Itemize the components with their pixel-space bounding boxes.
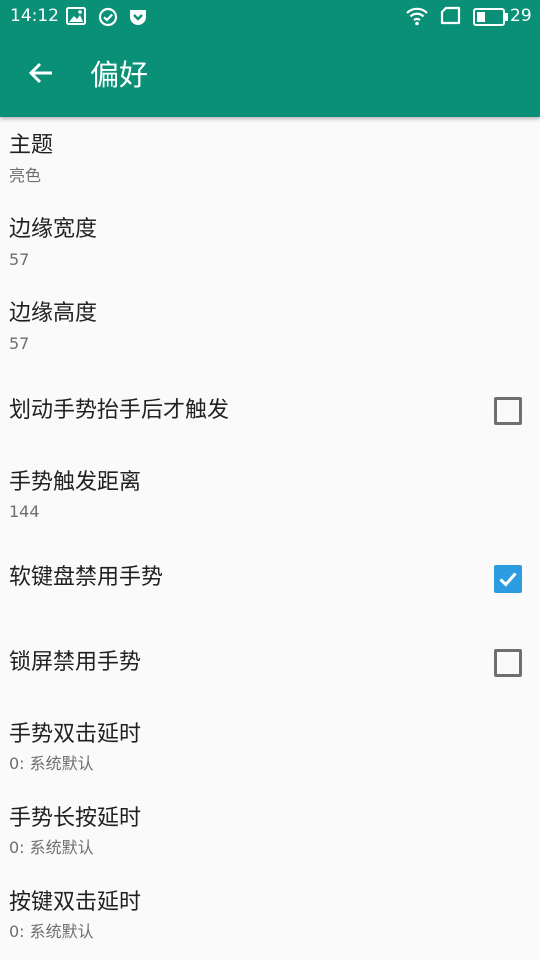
check-circle-icon [98, 7, 118, 31]
pref-summary: 0: 系统默认 [9, 922, 94, 941]
pref-trigger-distance[interactable]: 手势触发距离 144 [0, 453, 540, 541]
battery-level: 29 [510, 6, 532, 26]
pref-summary: 0: 系统默认 [9, 754, 94, 773]
pref-title: 软键盘禁用手势 [9, 565, 164, 590]
pref-double-tap-delay[interactable]: 手势双击延时 0: 系统默认 [0, 709, 540, 793]
preferences-list: 主题 亮色 边缘宽度 57 边缘高度 57 划动手势抬手后才触发 手势触发距离 … [0, 117, 540, 960]
check-icon [499, 572, 517, 587]
checkbox-unchecked[interactable] [494, 649, 522, 677]
pref-edge-width[interactable]: 边缘宽度 57 [0, 201, 540, 285]
battery-icon [473, 8, 509, 30]
sim-icon [440, 6, 462, 30]
back-button[interactable] [18, 53, 64, 97]
image-icon [66, 7, 86, 29]
status-bar: 14:12 29 [0, 0, 540, 33]
pref-key-double-tap-delay[interactable]: 按键双击延时 0: 系统默认 [0, 877, 540, 960]
pocket-icon [128, 7, 148, 31]
pref-title: 划动手势抬手后才触发 [9, 398, 230, 423]
app-bar: 偏好 [0, 33, 540, 117]
pref-title: 手势触发距离 [9, 470, 142, 495]
pref-summary: 0: 系统默认 [9, 838, 94, 857]
checkbox-checked[interactable] [494, 565, 522, 593]
pref-title: 边缘宽度 [9, 217, 98, 242]
checkbox-unchecked[interactable] [494, 397, 522, 425]
pref-summary: 144 [9, 502, 40, 521]
pref-edge-height[interactable]: 边缘高度 57 [0, 285, 540, 369]
pref-long-press-delay[interactable]: 手势长按延时 0: 系统默认 [0, 793, 540, 877]
pref-title: 手势双击延时 [9, 722, 142, 747]
pref-summary: 57 [9, 250, 30, 269]
page-title: 偏好 [90, 58, 149, 92]
pref-title: 锁屏禁用手势 [9, 650, 142, 675]
pref-title: 边缘高度 [9, 301, 98, 326]
pref-title: 主题 [9, 133, 54, 158]
pref-trigger-on-release[interactable]: 划动手势抬手后才触发 [0, 369, 540, 453]
status-time: 14:12 [10, 6, 59, 26]
pref-title: 手势长按延时 [9, 806, 142, 831]
arrow-left-icon [27, 59, 55, 91]
pref-title: 按键双击延时 [9, 890, 142, 915]
pref-disable-on-lockscreen[interactable]: 锁屏禁用手势 [0, 625, 540, 709]
pref-disable-on-keyboard[interactable]: 软键盘禁用手势 [0, 541, 540, 625]
pref-summary: 57 [9, 334, 30, 353]
pref-summary: 亮色 [9, 166, 42, 185]
pref-theme[interactable]: 主题 亮色 [0, 117, 540, 201]
wifi-icon [405, 5, 429, 31]
